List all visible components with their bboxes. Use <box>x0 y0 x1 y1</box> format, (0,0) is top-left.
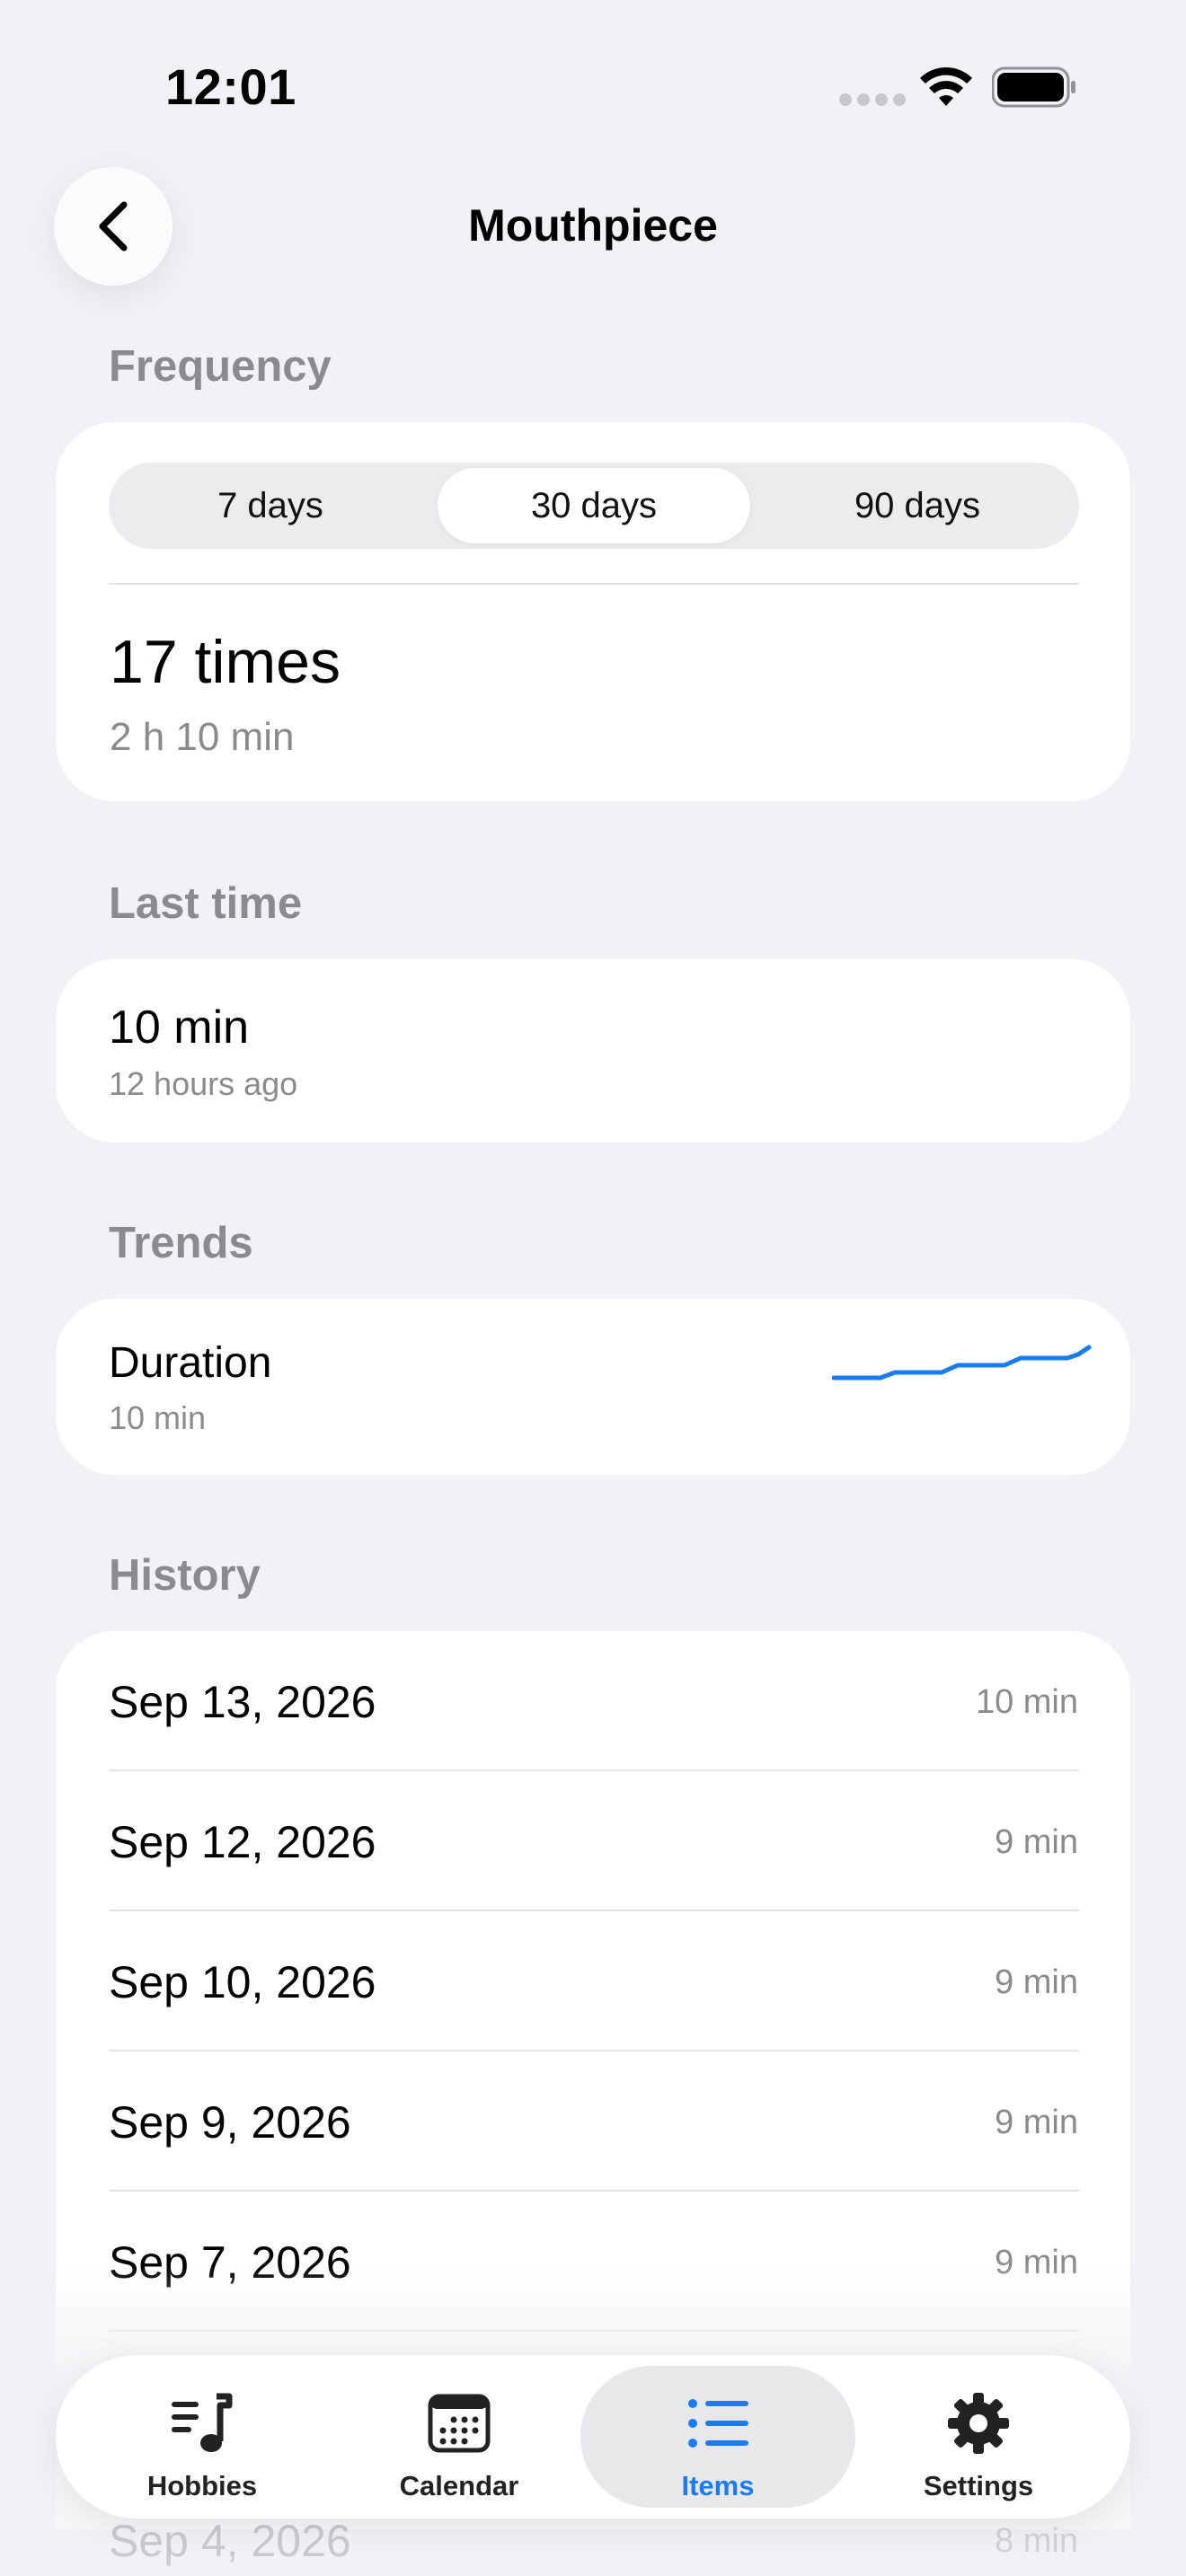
history-duration: 9 min <box>995 1963 1078 2001</box>
frequency-total-duration: 2 h 10 min <box>110 715 295 759</box>
battery-icon <box>992 66 1075 108</box>
history-date: Sep 13, 2026 <box>109 1677 376 1727</box>
status-bar: 12:01 <box>0 0 1186 171</box>
history-duration: 10 min <box>975 1683 1078 1721</box>
trend-label: Duration <box>109 1339 272 1387</box>
wifi-icon <box>920 66 972 106</box>
trends-header: Trends <box>109 1219 253 1267</box>
last-time-duration: 10 min <box>109 1001 250 1054</box>
page-title: Mouthpiece <box>468 200 718 251</box>
frequency-count: 17 times <box>110 628 341 696</box>
cellular-signal-icon <box>839 93 906 106</box>
history-row[interactable]: Sep 12, 2026 9 min <box>56 1771 1130 1911</box>
tab-label: Calendar <box>399 2470 519 2501</box>
history-row[interactable]: Sep 13, 2026 10 min <box>56 1631 1130 1771</box>
history-date-faded: Sep 4, 2026 <box>109 2516 351 2566</box>
history-header: History <box>109 1551 261 1600</box>
history-duration: 9 min <box>995 1823 1078 1861</box>
tab-items[interactable]: Items <box>580 2366 855 2508</box>
trend-duration-card[interactable]: Duration 10 min <box>56 1299 1130 1475</box>
calendar-icon <box>428 2394 491 2453</box>
divider <box>109 583 1079 585</box>
status-time: 12:01 <box>165 58 296 115</box>
tab-settings[interactable]: Settings <box>841 2366 1116 2508</box>
history-date: Sep 12, 2026 <box>109 1817 376 1867</box>
history-duration-faded: 8 min <box>995 2522 1078 2560</box>
segment-90-days[interactable]: 90 days <box>761 468 1074 543</box>
tab-label: Items <box>681 2470 755 2501</box>
frequency-card: 7 days 30 days 90 days 17 times 2 h 10 m… <box>56 422 1130 801</box>
segment-7-days[interactable]: 7 days <box>114 468 427 543</box>
tab-label: Settings <box>923 2470 1034 2501</box>
tab-hobbies[interactable]: Hobbies <box>65 2366 340 2508</box>
duration-sparkline <box>832 1345 1092 1381</box>
last-time-header: Last time <box>109 879 303 928</box>
last-time-card[interactable]: 10 min 12 hours ago <box>56 959 1130 1142</box>
segment-30-days[interactable]: 30 days <box>438 468 750 543</box>
gear-icon <box>948 2393 1009 2454</box>
tab-label: Hobbies <box>146 2470 258 2501</box>
last-time-ago: 12 hours ago <box>109 1065 298 1102</box>
tab-bar: Hobbies Calendar Items Settings <box>56 2355 1130 2519</box>
history-row[interactable]: Sep 9, 2026 9 min <box>56 2051 1130 2192</box>
history-duration: 9 min <box>995 2104 1078 2141</box>
frequency-header: Frequency <box>109 342 332 391</box>
history-row[interactable]: Sep 10, 2026 9 min <box>56 1911 1130 2051</box>
history-date: Sep 9, 2026 <box>109 2097 351 2148</box>
music-list-icon <box>172 2393 233 2452</box>
tab-calendar[interactable]: Calendar <box>322 2366 597 2508</box>
history-date: Sep 10, 2026 <box>109 1957 376 2007</box>
range-segmented-control: 7 days 30 days 90 days <box>109 463 1079 549</box>
list-icon <box>688 2399 748 2448</box>
trend-value: 10 min <box>109 1399 207 1436</box>
